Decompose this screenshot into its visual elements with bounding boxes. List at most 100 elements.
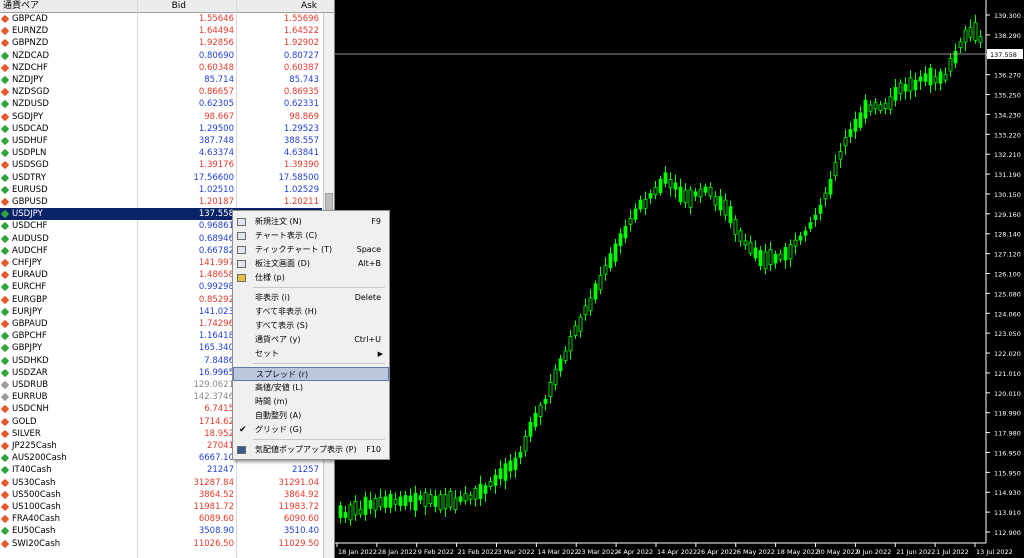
column-header-ask[interactable]: Ask bbox=[301, 0, 317, 12]
table-row[interactable]: FRA40Cash 6089.60 6090.60 bbox=[0, 513, 322, 525]
menu-item[interactable]: 新規注文 (N) F9 bbox=[233, 215, 389, 229]
table-row[interactable]: GBPCAD 1.55646 1.55696 bbox=[0, 13, 322, 25]
table-row[interactable]: US500Cash 3864.52 3864.92 bbox=[0, 489, 322, 501]
candle-body bbox=[578, 316, 583, 332]
candle-body bbox=[733, 219, 738, 235]
bid-price: 0.86657 bbox=[198, 87, 234, 98]
bid-price: 3508.90 bbox=[198, 526, 234, 537]
candle-body bbox=[483, 485, 488, 494]
symbol-name: GBPJPY bbox=[12, 343, 43, 354]
menu-item[interactable]: すべて非表示 (H) bbox=[233, 305, 389, 319]
candle-body bbox=[473, 488, 478, 500]
table-row[interactable]: NZDJPY 85.714 85.743 bbox=[0, 74, 322, 86]
candle-body bbox=[388, 493, 393, 508]
menu-item-label: 気配値ポップアップ表示 (P) bbox=[255, 445, 357, 454]
price-down-icon bbox=[0, 490, 10, 500]
menu-item[interactable]: 自動整列 (A) bbox=[233, 409, 389, 423]
time-tick-label: 14 Apr 2022 bbox=[657, 548, 697, 556]
menu-item[interactable]: 通貨ペア (y) Ctrl+U bbox=[233, 333, 389, 347]
menu-item[interactable]: すべて表示 (S) bbox=[233, 319, 389, 333]
candle-body bbox=[593, 283, 598, 300]
table-row[interactable]: US100Cash 11981.72 11983.72 bbox=[0, 501, 322, 513]
table-row[interactable]: EURUSD 1.02510 1.02529 bbox=[0, 184, 322, 196]
ask-price: 388.557 bbox=[283, 136, 319, 146]
symbol-name: CHFJPY bbox=[12, 258, 42, 268]
candle-body bbox=[493, 474, 498, 486]
price-up-icon bbox=[0, 136, 10, 146]
menu-item-label: ティックチャート (T) bbox=[255, 245, 333, 254]
ask-price: 1.02529 bbox=[283, 184, 319, 195]
table-row[interactable]: USDHUF 387.748 388.557 bbox=[0, 135, 322, 147]
table-row[interactable]: SGDJPY 98.667 98.869 bbox=[0, 111, 322, 123]
menu-item-shortcut: Space bbox=[356, 245, 381, 254]
price-up-icon bbox=[0, 51, 10, 60]
symbol-name: USDRUB bbox=[12, 380, 49, 390]
bid-price: 0.96861 bbox=[198, 221, 234, 232]
table-row[interactable]: GBPNZD 1.92856 1.92902 bbox=[0, 37, 322, 49]
price-tick-label: 120.010 bbox=[994, 390, 1021, 398]
bid-price: 1.48658 bbox=[198, 270, 234, 281]
check-icon: ✔ bbox=[239, 425, 247, 435]
candle-body bbox=[923, 73, 928, 82]
context-menu: 新規注文 (N) F9 チャート表示 (C) ティックチャート (T) Space 板注文… bbox=[232, 210, 390, 460]
candle-body bbox=[628, 217, 633, 225]
table-row[interactable]: IT40Cash 21247 21257 bbox=[0, 464, 322, 476]
menu-item[interactable]: チャート表示 (C) bbox=[233, 229, 389, 243]
candle-body bbox=[488, 481, 493, 487]
menu-item[interactable]: セット ▶ bbox=[233, 347, 389, 361]
price-down-icon bbox=[0, 429, 10, 439]
symbol-name: EURGBP bbox=[12, 294, 48, 305]
menu-item[interactable]: 非表示 (i) Delete bbox=[233, 291, 389, 305]
candle-body bbox=[778, 253, 783, 260]
menu-item[interactable]: 気配値ポップアップ表示 (P) F10 bbox=[233, 443, 389, 457]
column-header-bid[interactable]: Bid bbox=[172, 0, 186, 12]
column-header-symbol[interactable]: 通貨ペア bbox=[3, 0, 39, 12]
symbol-name: USDCAD bbox=[12, 123, 49, 134]
table-row[interactable]: EURNZD 1.64494 1.64522 bbox=[0, 25, 322, 37]
bid-price: 141.023 bbox=[198, 306, 234, 317]
table-row[interactable]: NZDCAD 0.80690 0.80727 bbox=[0, 50, 322, 62]
candle-body bbox=[943, 73, 948, 81]
candle-body bbox=[458, 496, 463, 502]
bid-price: 0.62305 bbox=[198, 99, 234, 110]
menu-item[interactable]: 高値/安値 (L) bbox=[233, 381, 389, 395]
menu-item[interactable]: ✔ グリッド (G) bbox=[233, 423, 389, 437]
table-row[interactable]: GBPUSD 1.20187 1.20211 bbox=[0, 196, 322, 208]
table-row[interactable]: NZDUSD 0.62305 0.62331 bbox=[0, 98, 322, 110]
menu-item[interactable]: 板注文画面 (D) Alt+B bbox=[233, 257, 389, 271]
time-tick-label: 3 Mar 2022 bbox=[498, 548, 535, 556]
bid-price: 16.9965 bbox=[198, 367, 234, 378]
menu-item[interactable]: 仕様 (p) bbox=[233, 271, 389, 285]
candle-body bbox=[803, 230, 808, 236]
symbol-name: NZDSGD bbox=[12, 87, 50, 98]
symbol-name: US100Cash bbox=[12, 502, 61, 512]
bid-price: 18.952 bbox=[204, 428, 234, 439]
bid-price: 1.64494 bbox=[198, 26, 234, 37]
price-up-icon bbox=[0, 100, 10, 109]
candle-body bbox=[598, 275, 603, 290]
table-row[interactable]: EU50Cash 3508.90 3510.40 bbox=[0, 525, 322, 537]
ask-price: 0.60387 bbox=[283, 62, 319, 73]
table-row[interactable]: NZDSGD 0.86657 0.86935 bbox=[0, 86, 322, 98]
menu-item-label: グリッド (G) bbox=[255, 425, 302, 434]
candle-body bbox=[558, 358, 563, 372]
menu-item[interactable]: 時間 (m) bbox=[233, 395, 389, 409]
table-row[interactable]: USDCAD 1.29500 1.29523 bbox=[0, 123, 322, 135]
candle-body bbox=[513, 457, 518, 471]
table-row[interactable]: NZDCHF 0.60348 0.60387 bbox=[0, 62, 322, 74]
candle-body bbox=[633, 208, 638, 220]
price-chart[interactable]: 139.300138.290137.290136.270135.250134.2… bbox=[335, 0, 1024, 558]
table-row[interactable]: US30Cash 31287.84 31291.04 bbox=[0, 477, 322, 489]
bid-price: 0.60348 bbox=[198, 62, 234, 73]
menu-item[interactable]: ティックチャート (T) Space bbox=[233, 243, 389, 257]
bid-price: 1.29500 bbox=[198, 123, 234, 134]
table-row[interactable]: SWI20Cash 11026.50 11029.50 bbox=[0, 538, 322, 550]
table-row[interactable]: USDTRY 17.56600 17.58500 bbox=[0, 172, 322, 184]
symbol-name: EURNZD bbox=[12, 26, 49, 37]
table-row[interactable]: USDPLN 4.63374 4.63841 bbox=[0, 147, 322, 159]
price-tick-label: 125.080 bbox=[994, 290, 1021, 298]
table-row[interactable]: USDSGD 1.39176 1.39390 bbox=[0, 159, 322, 171]
menu-item[interactable]: スプレッド (r) bbox=[233, 367, 389, 381]
candle-body bbox=[888, 96, 893, 110]
candle-body bbox=[938, 71, 943, 84]
